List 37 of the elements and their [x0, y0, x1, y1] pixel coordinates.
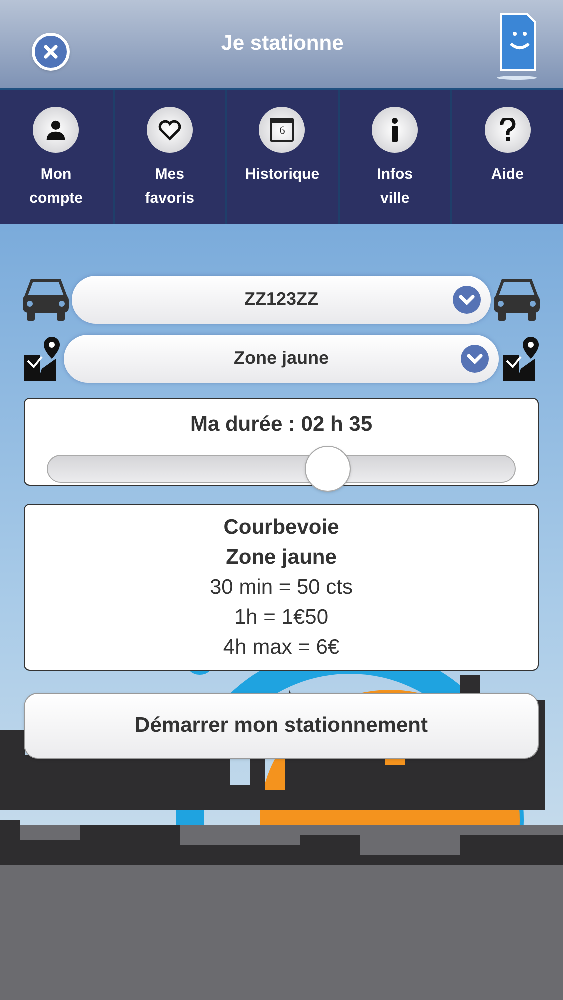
nav-tab[interactable]: 6 Historique: [225, 90, 338, 224]
start-parking-button[interactable]: Démarrer mon stationnement: [24, 693, 539, 759]
calendar-icon: 6: [270, 118, 294, 142]
nav-label: Infos: [377, 165, 414, 185]
nav-tab[interactable]: Infos ville: [338, 90, 450, 224]
car-icon: [493, 276, 541, 322]
nav-label: favoris: [145, 189, 194, 209]
map-pin-icon: [501, 334, 541, 382]
close-button[interactable]: [32, 33, 70, 71]
chevron-down-icon: [461, 344, 489, 372]
person-icon: [45, 119, 68, 141]
tariff-line: Zone jaune: [226, 544, 337, 570]
page-title: Je stationne: [221, 31, 344, 58]
slider-thumb[interactable]: [305, 446, 352, 492]
duration-label: Ma durée : 02 h 35: [190, 412, 373, 438]
nav-label: Mes: [155, 165, 184, 185]
nav-tab[interactable]: Aide: [450, 90, 563, 224]
chevron-down-icon: [453, 286, 481, 314]
tariff-line: Courbevoie: [224, 514, 340, 540]
car-icon: [22, 276, 70, 322]
tariff-line: 1h = 1€50: [234, 604, 328, 630]
dropdown[interactable]: ZZ123ZZ: [72, 276, 491, 324]
nav-label: compte: [30, 189, 83, 209]
tariff-line: 4h max = 6€: [223, 634, 340, 660]
nav-tab[interactable]: Mon compte: [0, 90, 113, 224]
nav-label: Historique: [245, 165, 320, 185]
map-pin-icon: [22, 334, 62, 382]
info-icon: [390, 118, 400, 142]
tariff-line: 30 min = 50 cts: [210, 574, 353, 600]
question-icon: [500, 118, 516, 142]
nav-label: ville: [380, 189, 410, 209]
dropdown[interactable]: Zone jaune: [64, 334, 499, 382]
close-icon: [43, 44, 59, 60]
heart-icon: [158, 119, 182, 141]
nav-tab[interactable]: Mes favoris: [112, 90, 226, 224]
nav-label: Mon: [40, 165, 72, 185]
nav-label: Aide: [491, 165, 524, 185]
